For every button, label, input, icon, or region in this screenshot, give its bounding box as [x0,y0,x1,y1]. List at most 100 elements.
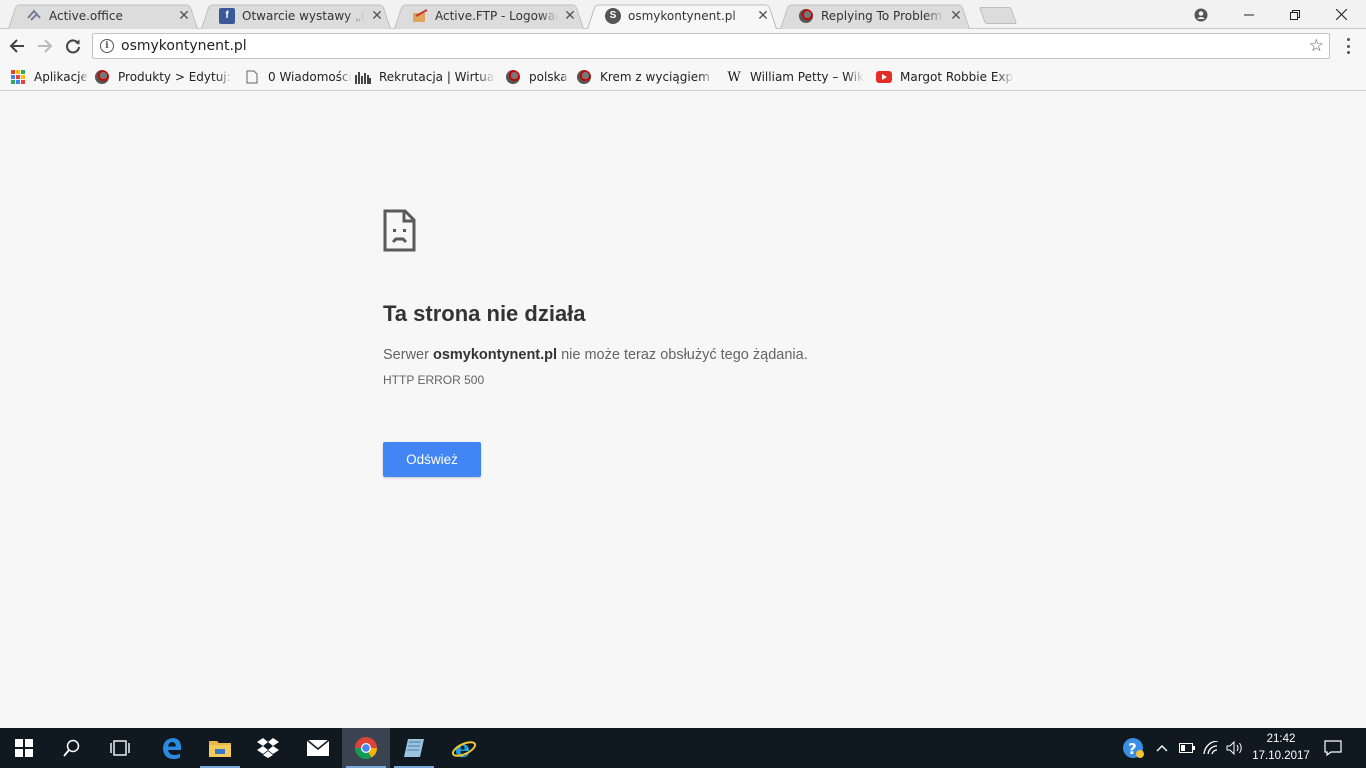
restore-button[interactable] [1272,0,1318,29]
address-url[interactable]: osmykontynent.pl [121,38,1309,54]
taskbar: e ? 21:42 17.10.2017 [0,728,1366,768]
close-icon[interactable]: ✕ [176,8,192,24]
dropbox-button[interactable] [244,728,292,768]
back-button[interactable] [5,34,29,58]
bookmark-item[interactable]: Margot Robbie Explo [876,67,1014,87]
start-icon [15,739,33,757]
chevron-up-icon[interactable] [1152,728,1172,768]
bookmark-label: William Petty – Wikip [750,70,864,84]
bookmarks-bar: Aplikacje Produkty > Edytuj: Sc 0 Wiadom… [0,63,1366,91]
site-s-icon: S [605,7,621,24]
taskbar-clock[interactable]: 21:42 17.10.2017 [1246,731,1316,765]
forward-button[interactable] [33,34,57,58]
minimize-button[interactable] [1226,0,1272,29]
bookmark-item[interactable]: Rekrutacja | Wirtualna [355,67,495,87]
start-button[interactable] [0,728,48,768]
wolf-icon [505,69,521,85]
reload-icon [66,39,80,54]
tab-active-ftp[interactable]: Active.FTP - Logowanie d ✕ [390,2,588,29]
page-icon [244,69,260,85]
tab-active-office[interactable]: Active.office ✕ [4,2,202,29]
toolbar: i osmykontynent.pl ☆ [0,29,1366,63]
profile-icon[interactable] [1178,0,1224,29]
close-icon[interactable]: ✕ [755,8,771,24]
chrome-button[interactable] [342,728,390,768]
file-explorer-button[interactable] [196,728,244,768]
wolf-icon [798,8,814,24]
task-view-icon [110,740,130,756]
tab-title: osmykontynent.pl [628,8,736,23]
tab-title: Replying To Problem z pr [821,8,944,23]
wolf-icon [94,69,110,85]
tab-facebook[interactable]: f Otwarcie wystawy „Goto ✕ [197,2,395,29]
tab-title: Active.office [49,8,123,23]
edge-icon [163,738,182,759]
tab-title: Otwarcie wystawy „Goto [242,8,365,23]
arrow-left-icon [9,39,24,53]
bookmark-label: 0 Wiadomości [268,70,352,84]
apps-grid-icon [10,69,26,85]
wolf-icon [576,69,592,85]
notepad-button[interactable] [390,728,438,768]
error-heading: Ta strona nie działa [383,301,586,326]
address-bar[interactable]: i osmykontynent.pl ☆ [92,33,1330,59]
notepad-icon [404,739,424,757]
error-host: osmykontynent.pl [432,347,558,363]
tab-title: Active.FTP - Logowanie d [435,8,558,23]
notifications-icon[interactable] [1320,728,1346,768]
tab-osmykontynent[interactable]: S osmykontynent.pl ✕ [583,2,781,29]
search-icon [63,739,80,757]
chrome-icon [355,737,377,759]
wikipedia-icon: W [727,69,741,85]
info-icon[interactable]: i [100,39,114,53]
tab-replying[interactable]: Replying To Problem z pr ✕ [776,2,974,29]
new-tab-button[interactable] [978,7,1018,24]
task-view-button[interactable] [96,728,144,768]
bookmark-item[interactable]: polska [505,67,568,87]
ftp-icon [412,8,428,24]
close-window-button[interactable] [1318,0,1364,29]
volume-icon[interactable] [1224,728,1246,768]
edge-button[interactable] [148,728,196,768]
mail-button[interactable] [294,728,342,768]
youtube-icon [876,69,892,85]
bookmark-item[interactable]: W William Petty – Wikip [726,67,864,87]
sad-page-icon [383,209,416,252]
bookmark-item[interactable]: Krem z wyciągiem z p [576,67,716,87]
error-message: Serwer osmykontynent.pl nie może teraz o… [383,347,808,363]
facebook-icon: f [219,7,235,24]
crowd-icon [355,69,371,85]
close-icon[interactable]: ✕ [369,8,385,24]
close-icon[interactable]: ✕ [948,8,964,24]
bookmark-label: Aplikacje [34,70,88,84]
bookmark-label: Margot Robbie Explo [900,70,1014,84]
bookmark-label: polska [529,70,568,84]
error-code: HTTP ERROR 500 [383,373,485,387]
arrow-right-icon [38,39,53,53]
star-icon[interactable]: ☆ [1309,36,1324,56]
mail-icon [306,739,330,756]
internet-explorer-icon: e [451,736,477,760]
help-icon[interactable]: ? [1120,728,1146,768]
clock-time: 21:42 [1266,733,1296,745]
reload-button[interactable] [61,34,85,58]
bookmark-label: Produkty > Edytuj: Sc [118,70,234,84]
wifi-icon[interactable] [1200,728,1222,768]
bookmark-label: Krem z wyciągiem z p [600,70,716,84]
battery-icon[interactable] [1176,728,1198,768]
bookmark-item[interactable]: 0 Wiadomości [244,67,352,87]
tab-strip: Active.office ✕ f Otwarcie wystawy „Goto… [0,0,1366,29]
active-office-icon [26,8,42,24]
clock-date: 17.10.2017 [1252,750,1310,762]
bookmark-label: Rekrutacja | Wirtualna [379,70,495,84]
reload-page-button[interactable]: Odśwież [383,442,481,477]
search-button[interactable] [48,728,96,768]
page-content: Ta strona nie działa Serwer osmykontynen… [0,91,1366,728]
menu-icon[interactable] [1340,37,1356,55]
internet-explorer-button[interactable]: e [440,728,488,768]
bookmark-item[interactable]: Produkty > Edytuj: Sc [94,67,234,87]
bookmark-apps[interactable]: Aplikacje [10,67,88,87]
close-icon[interactable]: ✕ [562,8,578,24]
dropbox-icon [257,738,279,758]
svg-text:?: ? [1128,740,1137,758]
